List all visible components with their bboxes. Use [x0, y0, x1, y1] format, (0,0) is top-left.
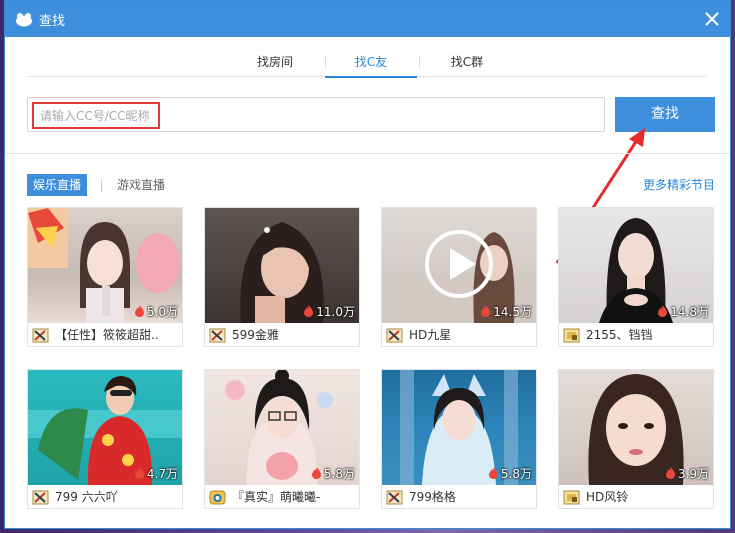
- tab-entertainment-live[interactable]: 娱乐直播: [27, 174, 88, 196]
- stream-caption: 【任性】筱筱超甜..: [28, 323, 182, 347]
- streamer-name: 799 六六吖: [55, 490, 118, 504]
- streamer-name: 2155、铛铛: [586, 328, 653, 342]
- shield-badge-icon: [563, 490, 580, 505]
- stream-card[interactable]: 5.0万 【任性】筱筱超甜..: [27, 207, 183, 347]
- tab-divider: [419, 56, 420, 68]
- flame-icon: [488, 467, 498, 479]
- streamer-name: HD九星: [409, 328, 452, 342]
- stream-thumbnail: 5.0万: [28, 208, 182, 323]
- flame-icon: [134, 467, 144, 479]
- stream-card[interactable]: 3.9万 HD风铃: [558, 369, 714, 509]
- title-bar: 查找: [5, 1, 730, 37]
- search-type-tabs: 找房间 找C友 找C群: [27, 53, 707, 78]
- search-input[interactable]: [32, 102, 160, 129]
- viewer-count: 5.0万: [134, 303, 178, 320]
- flame-icon: [665, 467, 675, 479]
- stream-thumbnail: 3.9万: [559, 370, 713, 485]
- viewer-count: 5.8万: [488, 465, 532, 482]
- stream-caption: HD风铃: [559, 485, 713, 509]
- category-row: 娱乐直播 游戏直播 更多精彩节目: [27, 174, 715, 196]
- close-icon[interactable]: [700, 7, 724, 31]
- flame-icon: [304, 305, 314, 317]
- tab-game-live[interactable]: 游戏直播: [111, 174, 171, 196]
- search-box[interactable]: [27, 97, 605, 132]
- viewer-count: 3.9万: [665, 465, 709, 482]
- streamer-name: HD风铃: [586, 490, 629, 504]
- more-programs-link[interactable]: 更多精彩节目: [643, 174, 715, 196]
- cc-logo-icon: [16, 13, 32, 27]
- stream-thumbnail: 14.8万: [559, 208, 713, 323]
- viewer-count: 5.8万: [311, 465, 355, 482]
- streamer-name: 『真实』萌曦曦-: [232, 490, 321, 504]
- stream-card[interactable]: 5.8万 『真实』萌曦曦-: [204, 369, 360, 509]
- stream-caption: 599金雅: [205, 323, 359, 347]
- stream-thumbnail: 5.8万: [382, 370, 536, 485]
- stream-caption: 799格格: [382, 485, 536, 509]
- find-dialog: 查找 找房间 找C友 找C群 查找 娱乐直播 游戏直播 更多精彩节目: [4, 0, 731, 529]
- streamer-name: 799格格: [409, 490, 456, 504]
- tab-find-friend[interactable]: 找C友: [325, 53, 417, 78]
- stream-caption: HD九星: [382, 323, 536, 347]
- sword-badge-icon: [386, 490, 403, 505]
- section-divider: [5, 153, 730, 154]
- stream-card[interactable]: 4.7万 799 六六吖: [27, 369, 183, 509]
- sword-badge-icon: [386, 328, 403, 343]
- stream-thumbnail: 5.8万: [205, 370, 359, 485]
- stream-card[interactable]: 14.5万 HD九星: [381, 207, 537, 347]
- streamer-name: 【任性】筱筱超甜..: [55, 328, 159, 342]
- sword-badge-icon: [209, 328, 226, 343]
- stream-thumbnail: 4.7万: [28, 370, 182, 485]
- sword-badge-icon: [32, 328, 49, 343]
- flame-icon: [658, 305, 668, 317]
- sword-badge-icon: [32, 490, 49, 505]
- stream-card[interactable]: 14.8万 2155、铛铛: [558, 207, 714, 347]
- stream-caption: 799 六六吖: [28, 485, 182, 509]
- window-title: 查找: [39, 14, 66, 29]
- crown-badge-icon: [209, 490, 226, 505]
- viewer-count: 14.8万: [658, 303, 709, 320]
- flame-icon: [481, 305, 491, 317]
- tab-find-room[interactable]: 找房间: [229, 53, 321, 77]
- stream-caption: 『真实』萌曦曦-: [205, 485, 359, 509]
- stream-card[interactable]: 5.8万 799格格: [381, 369, 537, 509]
- shield-badge-icon: [563, 328, 580, 343]
- stream-card[interactable]: 11.0万 599金雅: [204, 207, 360, 347]
- viewer-count: 11.0万: [304, 303, 355, 320]
- viewer-count: 4.7万: [134, 465, 178, 482]
- stream-thumbnail: 14.5万: [382, 208, 536, 323]
- category-divider: [101, 179, 102, 192]
- viewer-count: 14.5万: [481, 303, 532, 320]
- stream-caption: 2155、铛铛: [559, 323, 713, 347]
- streamer-name: 599金雅: [232, 328, 279, 342]
- flame-icon: [311, 467, 321, 479]
- stream-grid: 5.0万 【任性】筱筱超甜.. 11.0万 599金雅 14.5万 HD九星 1…: [27, 207, 717, 509]
- flame-icon: [134, 305, 144, 317]
- stream-thumbnail: 11.0万: [205, 208, 359, 323]
- tab-find-group[interactable]: 找C群: [421, 53, 513, 77]
